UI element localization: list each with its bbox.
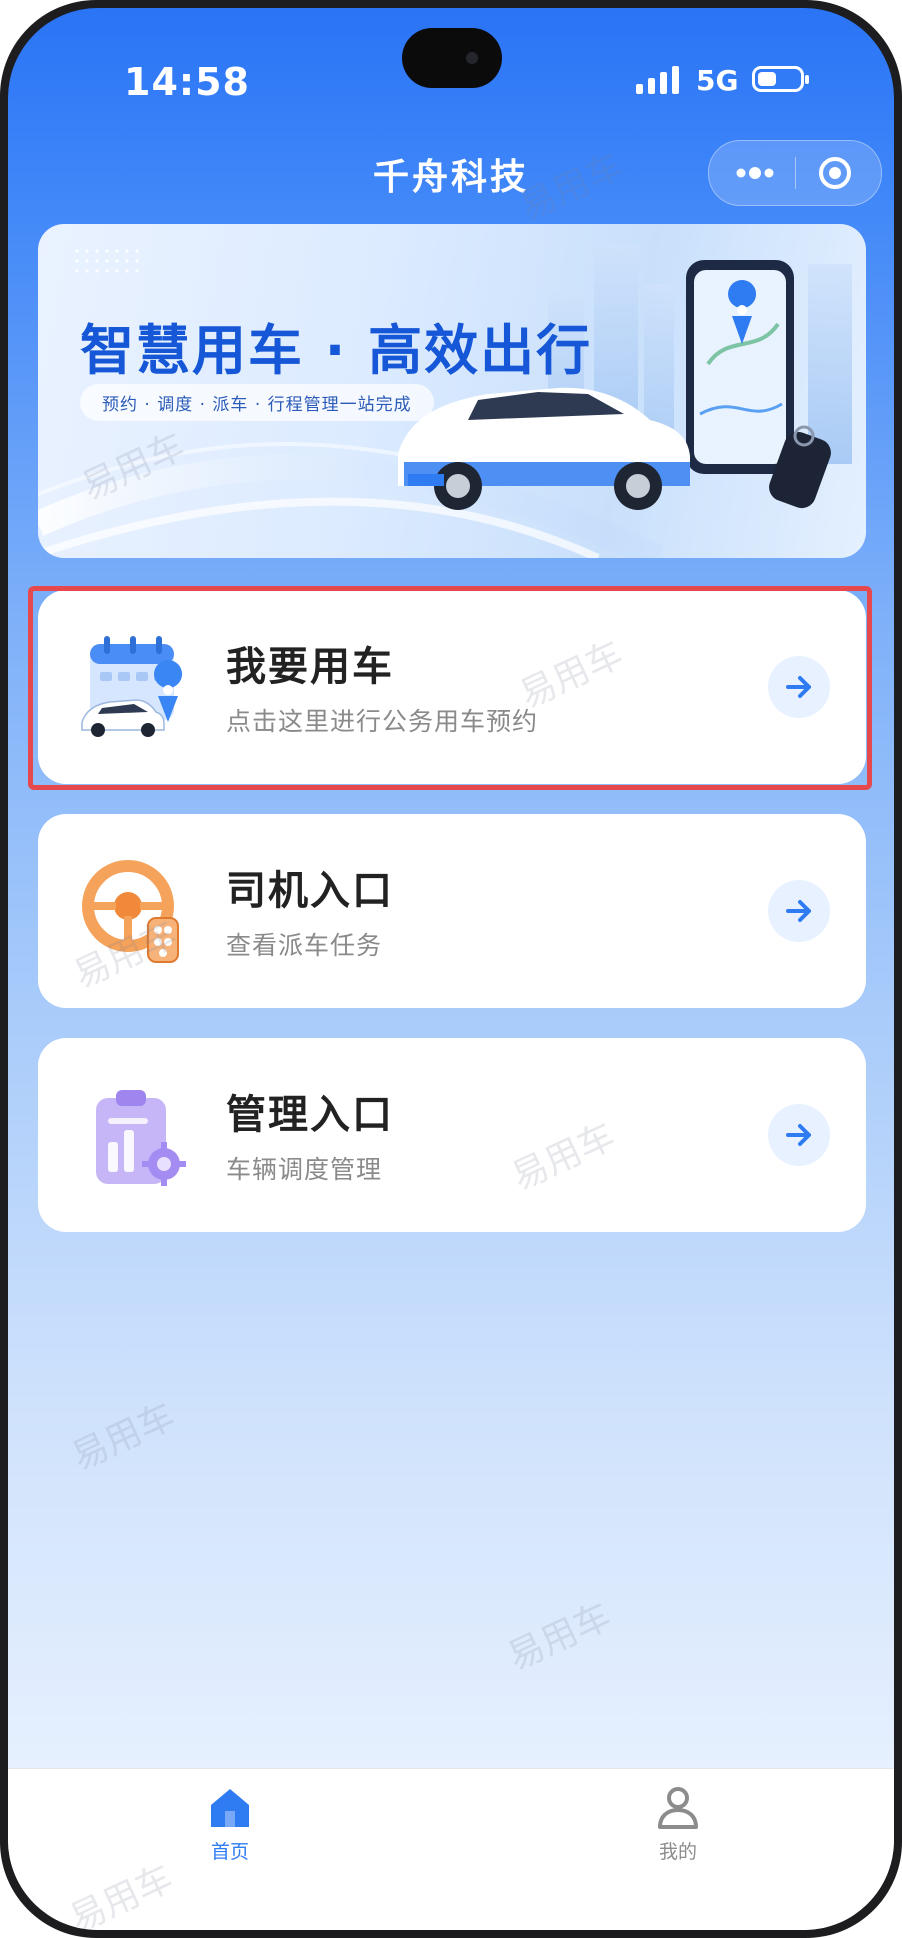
network-type: 5G (696, 64, 739, 97)
app-screen: 14:58 5G 千舟科技 智慧用车 · 高效出行 预约 · 调度 · 派车 ·… (8, 8, 894, 1930)
mini-program-capsule (708, 140, 882, 206)
watermark: 易用车 (501, 1595, 618, 1679)
battery-icon (752, 66, 809, 92)
arrow-right-button[interactable] (768, 1104, 830, 1166)
user-icon (658, 1787, 698, 1829)
banner-dot-pattern (72, 246, 142, 274)
promo-banner[interactable]: 智慧用车 · 高效出行 预约 · 调度 · 派车 · 行程管理一站完成 (38, 224, 866, 558)
capsule-divider (795, 157, 796, 189)
card-subtitle: 点击这里进行公务用车预约 (226, 707, 539, 736)
status-time: 14:58 (124, 60, 250, 104)
arrow-right-icon (786, 1124, 811, 1146)
management-chart-icon (96, 1090, 186, 1186)
card-title: 管理入口 (226, 1092, 394, 1138)
card-subtitle: 车辆调度管理 (226, 1155, 383, 1184)
watermark: 易用车 (65, 1395, 182, 1479)
arrow-right-button[interactable] (768, 656, 830, 718)
tab-home[interactable]: 首页 (170, 1785, 290, 1885)
card-subtitle: 查看派车任务 (226, 931, 383, 960)
arrow-right-icon (786, 900, 811, 922)
card-title: 司机入口 (226, 868, 394, 914)
banner-subtitle: 预约 · 调度 · 派车 · 行程管理一站完成 (80, 384, 434, 421)
home-icon (211, 1789, 249, 1827)
signal-icon (636, 64, 679, 94)
calendar-car-icon (81, 636, 183, 737)
banner-title: 智慧用车 · 高效出行 (80, 319, 593, 382)
tab-mine[interactable]: 我的 (618, 1785, 738, 1885)
more-dots-icon[interactable] (731, 159, 779, 187)
target-close-icon[interactable] (817, 155, 853, 191)
status-bar: 14:58 5G (8, 8, 894, 148)
card-management-entry[interactable]: 管理入口 车辆调度管理 (38, 1038, 866, 1232)
phone-frame: 14:58 5G 千舟科技 智慧用车 · 高效出行 预约 · 调度 · 派车 ·… (0, 0, 902, 1938)
tab-label: 我的 (658, 1841, 697, 1863)
tab-label: 首页 (210, 1841, 249, 1863)
card-title: 我要用车 (226, 644, 394, 690)
card-book-car[interactable]: 我要用车 点击这里进行公务用车预约 (38, 590, 866, 784)
arrow-right-icon (786, 676, 811, 698)
arrow-right-button[interactable] (768, 880, 830, 942)
camera-icon (466, 52, 478, 64)
dynamic-island (402, 28, 502, 88)
